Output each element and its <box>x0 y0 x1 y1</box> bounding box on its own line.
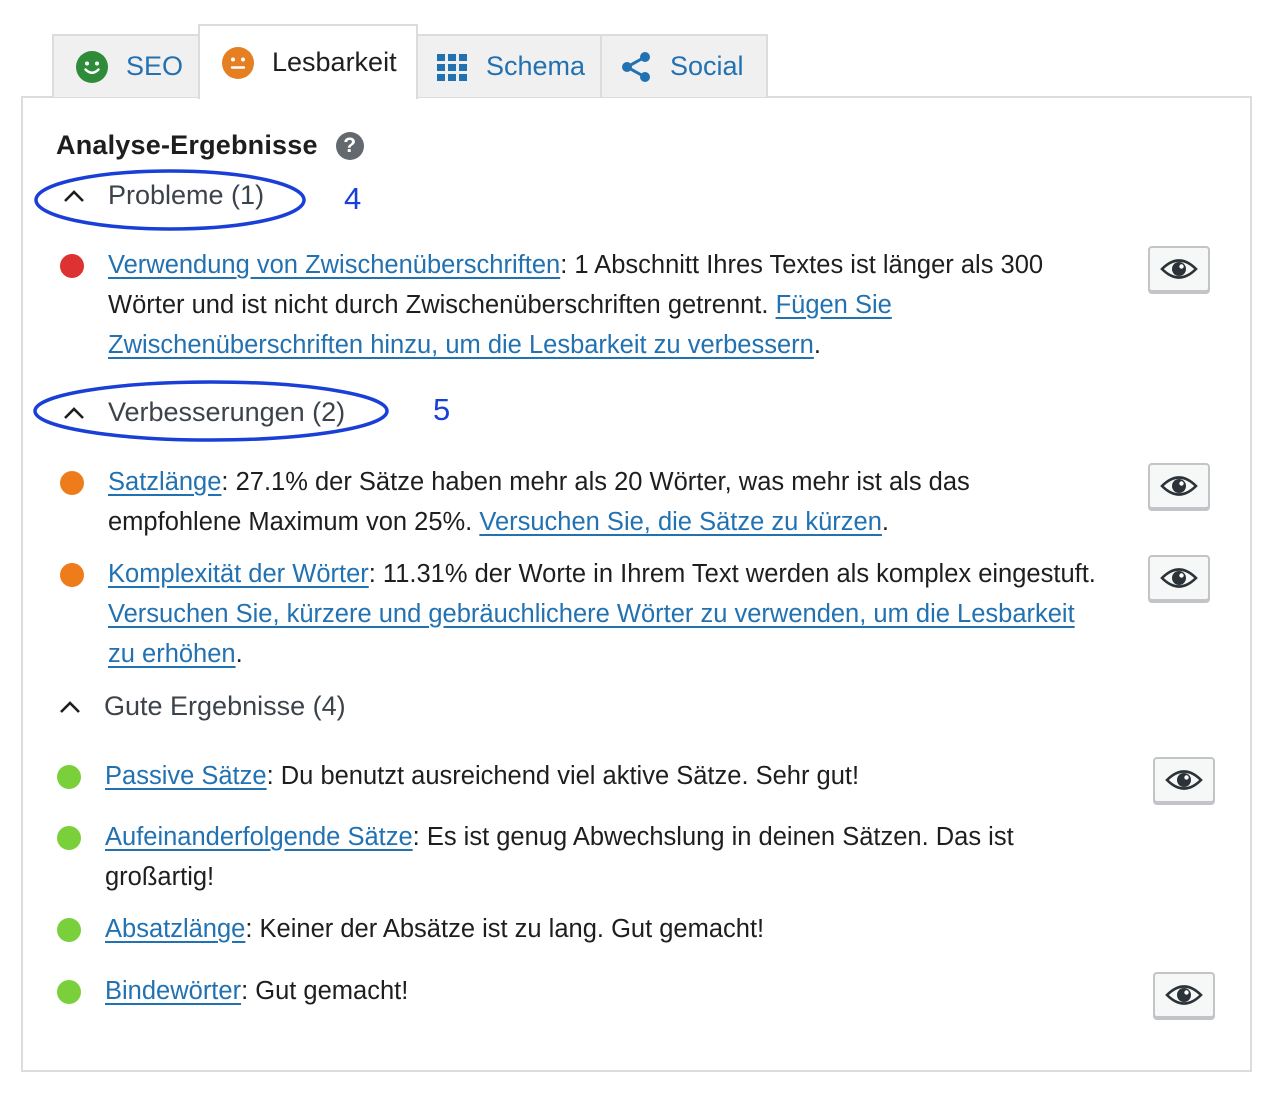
result-fix-link[interactable]: Versuchen Sie, die Sätze zu kürzen <box>479 508 882 536</box>
help-icon[interactable]: ? <box>335 131 364 160</box>
chevron-up-icon <box>64 406 84 419</box>
status-dot-orange <box>60 471 84 495</box>
result-link[interactable]: Verwendung von Zwischenüberschriften <box>108 251 560 279</box>
result-link[interactable]: Absatzlänge <box>105 915 245 943</box>
section-toggle-problems[interactable]: Probleme (1) <box>62 180 264 211</box>
smiley-happy-icon <box>76 50 108 83</box>
result-text: Passive Sätze: Du benutzt ausreichend vi… <box>105 756 1105 796</box>
grid-icon <box>437 53 467 81</box>
eye-icon <box>1165 770 1203 790</box>
result-fix-link[interactable]: Versuchen Sie, kürzere und gebräuchliche… <box>108 600 1075 668</box>
result-link[interactable]: Bindewörter <box>105 977 241 1005</box>
section-toggle-good[interactable]: Gute Ergebnisse (4) <box>58 691 346 722</box>
result-description: : 11.31% der Worte in Ihrem Text werden … <box>368 560 1096 588</box>
smiley-neutral-icon <box>222 46 254 79</box>
eye-button[interactable] <box>1148 555 1210 601</box>
result-link[interactable]: Passive Sätze <box>105 762 267 790</box>
result-text: Verwendung von Zwischenüberschriften: 1 … <box>108 245 1098 365</box>
status-dot-green <box>57 918 81 942</box>
eye-icon <box>1160 259 1198 279</box>
eye-button[interactable] <box>1148 463 1210 509</box>
eye-button[interactable] <box>1148 246 1210 292</box>
result-text: Absatzlänge: Keiner der Absätze ist zu l… <box>105 909 1105 949</box>
share-icon <box>622 51 650 82</box>
result-text: Satzlänge: 27.1% der Sätze haben mehr al… <box>108 462 1098 542</box>
section-toggle-improvements[interactable]: Verbesserungen (2) <box>62 397 345 428</box>
panel-header: Analyse-Ergebnisse ? <box>56 130 364 161</box>
status-dot-red <box>60 254 84 278</box>
result-text: Bindewörter: Gut gemacht! <box>105 971 1105 1011</box>
result-link[interactable]: Satzlänge <box>108 468 221 496</box>
tab-label-lesbarkeit: Lesbarkeit <box>272 47 397 77</box>
tab-seo[interactable]: SEO <box>52 34 200 97</box>
tab-label-social: Social <box>670 51 744 81</box>
result-tail: . <box>235 640 243 668</box>
tab-lesbarkeit[interactable]: Lesbarkeit <box>198 24 418 99</box>
result-description: : Du benutzt ausreichend viel aktive Sät… <box>266 762 860 790</box>
result-tail: . <box>813 331 821 359</box>
status-dot-green <box>57 980 81 1004</box>
eye-button[interactable] <box>1153 972 1215 1018</box>
chevron-up-icon <box>64 189 84 202</box>
annotation-number-5: 5 <box>433 392 451 427</box>
result-link[interactable]: Aufeinanderfolgende Sätze <box>105 823 413 851</box>
eye-button[interactable] <box>1153 757 1215 803</box>
status-dot-green <box>57 765 81 789</box>
chevron-up-icon <box>60 700 80 713</box>
panel-title: Analyse-Ergebnisse <box>56 130 318 160</box>
section-heading-improvements: Verbesserungen (2) <box>108 397 346 427</box>
tab-social[interactable]: Social <box>600 34 768 97</box>
tab-label-seo: SEO <box>126 51 184 81</box>
eye-icon <box>1160 476 1198 496</box>
result-link[interactable]: Komplexität der Wörter <box>108 560 369 588</box>
result-description: : Gut gemacht! <box>241 977 409 1005</box>
status-dot-orange <box>60 563 84 587</box>
result-description: : Keiner der Absätze ist zu lang. Gut ge… <box>245 915 765 943</box>
tab-label-schema: Schema <box>486 51 586 81</box>
section-heading-good: Gute Ergebnisse (4) <box>104 691 346 721</box>
tab-schema[interactable]: Schema <box>416 34 602 97</box>
result-tail: . <box>881 508 890 536</box>
eye-icon <box>1165 985 1203 1005</box>
status-dot-green <box>57 826 81 850</box>
result-text: Komplexität der Wörter: 11.31% der Worte… <box>108 554 1098 674</box>
section-heading-problems: Probleme (1) <box>108 180 265 210</box>
eye-icon <box>1160 568 1198 588</box>
annotation-number-4: 4 <box>344 181 362 216</box>
result-text: Aufeinanderfolgende Sätze: Es ist genug … <box>105 817 1105 897</box>
